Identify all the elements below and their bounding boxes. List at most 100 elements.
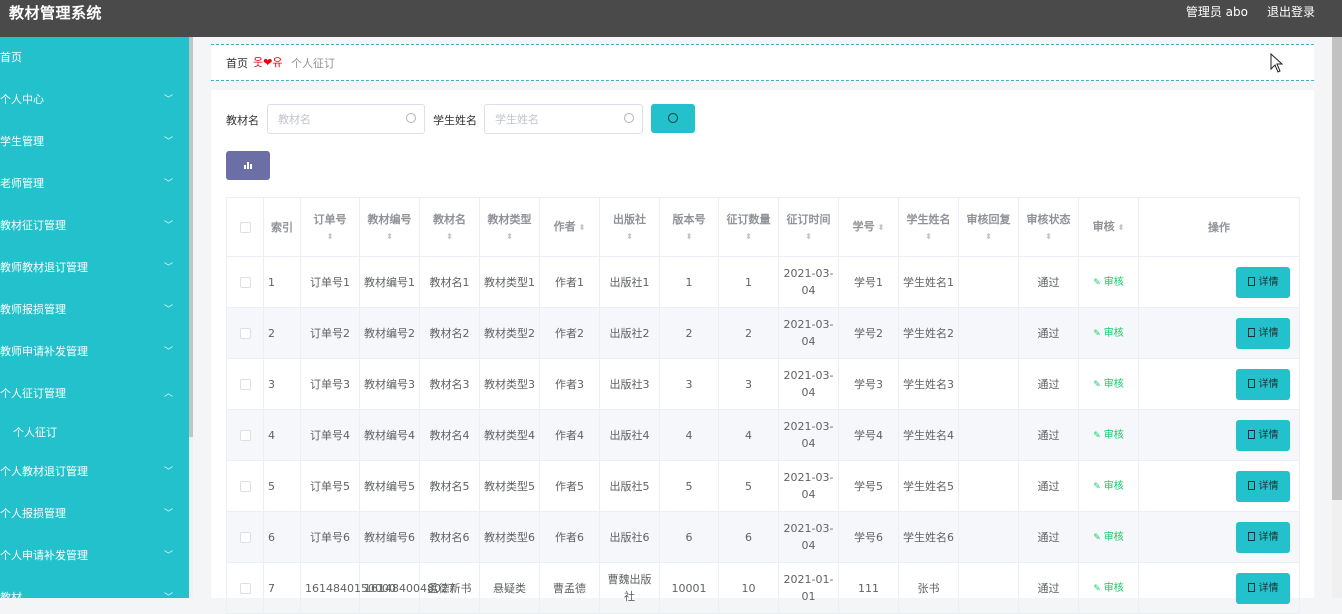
sidebar-item[interactable]: 学生管理 ﹀: [0, 121, 189, 163]
detail-button[interactable]: 详情: [1236, 470, 1290, 502]
search-button[interactable]: [651, 104, 695, 133]
table-cell: 教材类型3: [479, 358, 540, 410]
sidebar-subitem[interactable]: 个人征订: [0, 415, 189, 451]
sort-icon[interactable]: ⬍: [1118, 223, 1125, 232]
table-cell: 学号4: [838, 409, 899, 461]
column-header[interactable]: 学生姓名 ⬍: [898, 197, 959, 257]
table-cell: 作者1: [539, 256, 600, 308]
sidebar-item[interactable]: 个人中心 ﹀: [0, 79, 189, 121]
audit-link-label: 审核: [1103, 327, 1124, 339]
textbook-name-field[interactable]: [267, 104, 425, 134]
detail-button[interactable]: 详情: [1236, 572, 1290, 604]
detail-button[interactable]: 详情: [1236, 521, 1290, 553]
row-checkbox[interactable]: [239, 430, 251, 441]
sidebar-item[interactable]: 老师管理 ﹀: [0, 163, 189, 205]
detail-button[interactable]: 详情: [1236, 419, 1290, 451]
column-header[interactable]: 教材编号 ⬍: [359, 197, 420, 257]
sort-icon[interactable]: ⬍: [424, 230, 475, 244]
sidebar-item[interactable]: 教师申请补发管理 ﹀: [0, 331, 189, 373]
sidebar-item[interactable]: 教材... ﹀: [0, 577, 189, 598]
detail-button[interactable]: 详情: [1236, 317, 1290, 349]
sidebar-item[interactable]: 个人教材退订管理 ﹀: [0, 451, 189, 493]
statistics-chart-button[interactable]: [226, 151, 270, 180]
column-header[interactable]: 征订时间 ⬍: [778, 197, 839, 257]
audit-link[interactable]: ✎ 审核: [1093, 583, 1124, 594]
table-cell: 订单号4: [300, 409, 360, 461]
sidebar-item[interactable]: 教材征订管理 ﹀: [0, 205, 189, 247]
table-cell: 教材名2: [419, 307, 480, 359]
column-header[interactable]: 教材类型 ⬍: [479, 197, 540, 257]
page-scrollbar[interactable]: [1332, 37, 1342, 598]
column-header-label: 学号: [852, 220, 875, 233]
column-header[interactable]: 学号 ⬍: [838, 197, 899, 257]
sort-icon[interactable]: ⬍: [484, 230, 535, 244]
row-checkbox[interactable]: [239, 277, 251, 288]
table-cell: 通过: [1018, 307, 1079, 359]
sidebar-item-label: 个人教材退订管理: [0, 465, 88, 478]
row-checkbox[interactable]: [239, 532, 251, 543]
column-header[interactable]: 作者 ⬍: [539, 197, 600, 257]
column-header-label: 教材类型: [487, 212, 532, 226]
column-header[interactable]: 出版社 ⬍: [599, 197, 660, 257]
sort-icon[interactable]: ⬍: [903, 230, 954, 244]
row-checkbox[interactable]: [239, 481, 251, 492]
audit-link[interactable]: ✎ 审核: [1093, 481, 1124, 492]
sort-icon[interactable]: ⬍: [963, 230, 1014, 244]
sidebar-scrollbar[interactable]: [189, 37, 193, 437]
sidebar-item[interactable]: 教师报损管理 ﹀: [0, 289, 189, 331]
table-cell: 1: [659, 256, 719, 308]
audit-link[interactable]: ✎ 审核: [1093, 430, 1124, 441]
sidebar-item[interactable]: 个人征订管理 ︿: [0, 373, 189, 415]
audit-link[interactable]: ✎ 审核: [1093, 379, 1124, 390]
table-cell: 学生姓名5: [898, 460, 959, 512]
search-icon: [624, 113, 634, 123]
logout-link[interactable]: 退出登录: [1267, 3, 1315, 20]
table-cell: 教材编号1: [359, 256, 420, 308]
row-checkbox[interactable]: [239, 379, 251, 390]
detail-button[interactable]: 详情: [1236, 266, 1290, 298]
sidebar-item[interactable]: 个人报损管理 ﹀: [0, 493, 189, 535]
breadcrumb-home[interactable]: 首页: [226, 55, 248, 71]
top-bar: 教材管理系统 管理员 abo 退出登录: [0, 0, 1342, 37]
student-name-field[interactable]: [484, 104, 643, 134]
actions-cell: 详情: [1138, 562, 1300, 614]
page-scrollbar-thumb[interactable]: [1332, 37, 1342, 500]
current-user: 管理员 abo: [1185, 5, 1248, 19]
column-header[interactable]: 订单号 ⬍: [300, 197, 360, 257]
sort-icon[interactable]: ⬍: [579, 223, 586, 232]
sidebar-item[interactable]: 教师教材退订管理 ﹀: [0, 247, 189, 289]
select-all-checkbox[interactable]: [239, 222, 251, 233]
column-header[interactable]: 教材名 ⬍: [419, 197, 480, 257]
sort-icon[interactable]: ⬍: [783, 230, 834, 244]
sort-icon[interactable]: ⬍: [305, 230, 355, 244]
column-header[interactable]: 审核状态 ⬍: [1018, 197, 1079, 257]
table-cell: [958, 358, 1019, 410]
sidebar-item[interactable]: 个人申请补发管理 ﹀: [0, 535, 189, 577]
table-cell: 教材类型1: [479, 256, 540, 308]
sidebar-item-label: 学生管理: [0, 135, 44, 148]
row-checkbox[interactable]: [239, 328, 251, 339]
sort-icon[interactable]: ⬍: [723, 230, 774, 244]
table-cell: 出版社5: [599, 460, 660, 512]
sort-icon[interactable]: ⬍: [604, 230, 655, 244]
audit-link[interactable]: ✎ 审核: [1093, 328, 1124, 339]
column-header[interactable]: 征订数量 ⬍: [718, 197, 779, 257]
sort-icon[interactable]: ⬍: [1023, 230, 1074, 244]
column-header[interactable]: 版本号 ⬍: [659, 197, 719, 257]
sort-icon[interactable]: ⬍: [878, 223, 885, 232]
table-cell: 2021-03-04: [778, 409, 839, 461]
audit-link[interactable]: ✎ 审核: [1093, 532, 1124, 543]
detail-button[interactable]: 详情: [1236, 368, 1290, 400]
sidebar-item[interactable]: 首页: [0, 37, 189, 79]
textbook-name-input[interactable]: [268, 105, 424, 133]
table-cell: 出版社3: [599, 358, 660, 410]
row-checkbox[interactable]: [239, 583, 251, 594]
audit-link[interactable]: ✎ 审核: [1093, 277, 1124, 288]
table-cell: 作者6: [539, 511, 600, 563]
column-header[interactable]: 审核 ⬍: [1078, 197, 1139, 257]
sort-icon[interactable]: ⬍: [664, 230, 714, 244]
sort-icon[interactable]: ⬍: [364, 230, 415, 244]
sidebar-item-label: 老师管理: [0, 177, 44, 190]
student-name-input[interactable]: [485, 105, 642, 133]
column-header[interactable]: 审核回复 ⬍: [958, 197, 1019, 257]
